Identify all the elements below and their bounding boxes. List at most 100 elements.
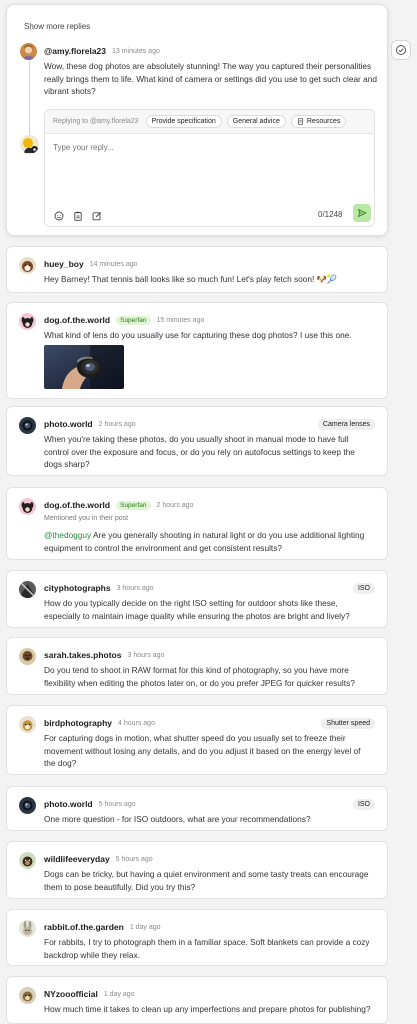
comment-card: dog.of.the.world Superfan 2 hours ago Ment… — [6, 487, 388, 560]
comment-time: 5 hours ago — [98, 800, 136, 808]
comment-meta: sarah.takes.photos 3 hours ago — [44, 650, 164, 660]
superfan-badge: Superfan — [116, 315, 151, 325]
superfan-badge: Superfan — [116, 500, 151, 510]
clipboard-icon[interactable] — [73, 208, 83, 221]
topic-tag[interactable]: Camera lenses — [317, 419, 375, 430]
comment-time: 5 hours ago — [115, 855, 153, 863]
mention-link[interactable]: @thedogguy — [44, 530, 91, 540]
comment-username[interactable]: photo.world — [44, 799, 93, 809]
comment-username[interactable]: sarah.takes.photos — [44, 650, 121, 660]
comment-text: Do you tend to shoot in RAW format for t… — [44, 665, 355, 688]
comment-card: sarah.takes.photos 3 hours ago Do you ten… — [6, 637, 388, 695]
comment-meta: dog.of.the.world Superfan 15 minutes ago — [44, 315, 204, 325]
check-circle-icon — [396, 45, 406, 55]
comment-time: 1 day ago — [103, 990, 135, 998]
comment-username[interactable]: rabbit.of.the.garden — [44, 922, 124, 932]
character-counter: 0/1248 — [318, 210, 343, 219]
comment-meta: photo.world 5 hours ago — [44, 799, 136, 809]
comment-text: For capturing dogs in motion, what shutt… — [44, 733, 361, 769]
comment-time: 3 hours ago — [116, 584, 154, 592]
document-icon — [297, 118, 303, 125]
sarah-avatar[interactable] — [19, 648, 36, 665]
pink-dog-avatar[interactable] — [19, 498, 36, 515]
comment-text: For rabbits, I try to photograph them in… — [44, 937, 370, 960]
send-icon — [358, 209, 367, 217]
active-thread-card: Show more replies @amy.florela23 13 minu… — [6, 4, 388, 236]
comment-time: 13 minutes ago — [112, 47, 160, 55]
comment-text: Hey Barney! That tennis ball looks like … — [44, 274, 338, 284]
comment-meta: wildlifeeveryday 5 hours ago — [44, 854, 153, 864]
comment-text: What kind of lens do you usually use for… — [44, 330, 352, 340]
comment-time: 2 hours ago — [98, 420, 136, 428]
comment-time: 4 hours ago — [118, 719, 155, 727]
commenter-avatar[interactable] — [20, 43, 37, 60]
comment-card: photo.world 5 hours ago ISO One more ques… — [6, 786, 388, 831]
topic-tag[interactable]: ISO — [352, 583, 375, 594]
camera-avatar[interactable] — [19, 417, 36, 434]
comment-text: How much time it takes to clean up any i… — [44, 1004, 371, 1014]
my-avatar — [20, 135, 39, 154]
comment-time: 14 minutes ago — [89, 260, 138, 268]
comment-username[interactable]: @amy.florela23 — [44, 46, 106, 56]
comment-card: birdphotography 4 hours ago Shutter speed… — [6, 705, 388, 775]
chip-provide-specification[interactable]: Provide specification — [145, 115, 222, 128]
comment-username[interactable]: photo.world — [44, 419, 93, 429]
comment-meta: photo.world 2 hours ago — [44, 419, 136, 429]
camera-lens-photo[interactable] — [44, 345, 124, 389]
comment-username[interactable]: wildlifeeveryday — [44, 854, 110, 864]
comment-card: NYzooofficial 1 day ago How much time it … — [6, 976, 388, 1024]
comment-card: rabbit.of.the.garden 1 day ago For rabbit… — [6, 909, 388, 966]
comment-time: 15 minutes ago — [156, 316, 205, 324]
mention-note: Mentioned you in their post — [44, 515, 129, 522]
topic-tag[interactable]: ISO — [352, 799, 375, 810]
edit-icon[interactable] — [92, 208, 102, 221]
dog-avatar[interactable] — [19, 257, 36, 274]
comment-meta: cityphotographs 3 hours ago — [44, 583, 154, 593]
comment-time: 1 day ago — [129, 923, 161, 931]
replying-to-label: Replying to @amy.florela23 — [53, 118, 139, 125]
comment-time: 3 hours ago — [127, 651, 165, 659]
comment-meta: huey_boy 14 minutes ago — [44, 259, 138, 269]
comment-meta: NYzooofficial 1 day ago — [44, 989, 135, 999]
city-avatar[interactable] — [19, 581, 36, 598]
comment-text: One more question - for ISO outdoors, wh… — [44, 814, 311, 824]
send-button[interactable] — [353, 204, 371, 222]
pink-dog-avatar[interactable] — [19, 313, 36, 330]
comment-card: dog.of.the.world Superfan 15 minutes ago W… — [6, 302, 388, 399]
comment-username[interactable]: cityphotographs — [44, 583, 111, 593]
comment-username[interactable]: huey_boy — [44, 259, 84, 269]
comment-meta: @amy.florela23 13 minutes ago — [44, 46, 160, 56]
thread-connector-line — [29, 57, 30, 137]
comment-text: Wow, these dog photos are absolutely stu… — [44, 61, 377, 97]
mark-resolved-button[interactable] — [391, 40, 411, 60]
comment-text: @thedogguy Are you generally shooting in… — [44, 530, 365, 553]
zoo-avatar[interactable] — [19, 987, 36, 1004]
comment-username[interactable]: birdphotography — [44, 718, 112, 728]
topic-tag[interactable]: Shutter speed — [321, 718, 375, 729]
show-more-replies-link[interactable]: Show more replies — [24, 22, 90, 31]
comment-text: Dogs can be tricky, but having a quiet e… — [44, 869, 369, 892]
chip-resources[interactable]: Resources — [290, 115, 347, 128]
rabbit-avatar[interactable] — [19, 920, 36, 937]
camera-avatar[interactable] — [19, 797, 36, 814]
bird-avatar[interactable] — [19, 716, 36, 733]
comment-time: 2 hours ago — [156, 501, 194, 509]
comment-meta: dog.of.the.world Superfan 2 hours ago — [44, 500, 193, 510]
comment-username[interactable]: NYzooofficial — [44, 989, 98, 999]
comment-card: cityphotographs 3 hours ago ISO How do yo… — [6, 570, 388, 628]
comment-meta: birdphotography 4 hours ago — [44, 718, 155, 728]
reply-input[interactable] — [53, 143, 333, 152]
comment-text: How do you typically decide on the right… — [44, 598, 350, 621]
comment-username[interactable]: dog.of.the.world — [44, 315, 110, 325]
comment-card: wildlifeeveryday 5 hours ago Dogs can be … — [6, 841, 388, 899]
comment-card: huey_boy 14 minutes ago Hey Barney! That … — [6, 246, 388, 293]
reply-composer: Replying to @amy.florela23 Provide speci… — [44, 109, 375, 227]
wildlife-avatar[interactable] — [19, 852, 36, 869]
comment-meta: rabbit.of.the.garden 1 day ago — [44, 922, 161, 932]
emoji-icon[interactable] — [54, 208, 64, 221]
comment-card: photo.world 2 hours ago Camera lenses Whe… — [6, 406, 388, 476]
reply-composer-header: Replying to @amy.florela23 Provide speci… — [45, 110, 374, 134]
chip-general-advice[interactable]: General advice — [226, 115, 286, 128]
comment-username[interactable]: dog.of.the.world — [44, 500, 110, 510]
comment-text: When you're taking these photos, do you … — [44, 434, 355, 470]
